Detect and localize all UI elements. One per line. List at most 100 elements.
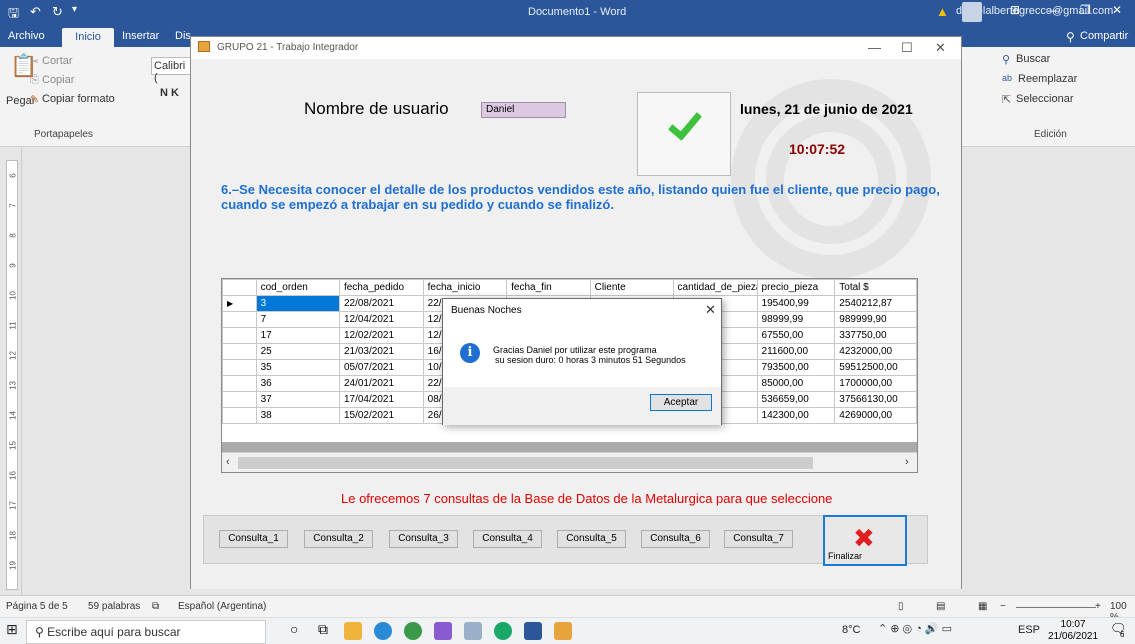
column-header[interactable]: fecha_inicio bbox=[422, 279, 508, 296]
table-cell[interactable]: 98999,99 bbox=[756, 311, 836, 328]
table-cell[interactable]: 536659,00 bbox=[756, 391, 836, 408]
table-cell[interactable]: 4232000,00 bbox=[834, 343, 917, 360]
consulta-3-button[interactable]: Consulta_3 bbox=[389, 530, 458, 548]
web-layout-icon[interactable]: ▦ bbox=[978, 601, 987, 612]
consulta-7-button[interactable]: Consulta_7 bbox=[724, 530, 793, 548]
table-cell[interactable]: 24/01/2021 bbox=[338, 375, 424, 392]
table-cell[interactable]: 35 bbox=[255, 359, 340, 376]
visual-studio-icon[interactable] bbox=[434, 622, 452, 640]
table-cell[interactable]: 142300,00 bbox=[756, 407, 836, 424]
select-button[interactable]: Seleccionar bbox=[1016, 93, 1073, 105]
tab-inicio[interactable]: Inicio bbox=[62, 28, 114, 47]
cortana-icon[interactable]: ○ bbox=[290, 621, 298, 637]
table-cell[interactable]: 25 bbox=[255, 343, 340, 360]
table-cell[interactable]: 337750,00 bbox=[834, 327, 917, 344]
chrome-icon[interactable] bbox=[404, 622, 422, 640]
table-cell[interactable]: 989999,90 bbox=[834, 311, 917, 328]
column-header[interactable]: cantidad_de_piezas bbox=[672, 279, 758, 296]
customize-quick-access-icon[interactable]: ▾ bbox=[72, 4, 77, 15]
table-cell[interactable]: 3 bbox=[255, 295, 340, 312]
finalizar-button[interactable]: ✖ Finalizar bbox=[823, 515, 907, 566]
app-minimize-icon[interactable]: — bbox=[868, 40, 881, 55]
table-cell[interactable]: 211600,00 bbox=[756, 343, 836, 360]
app-icon[interactable] bbox=[464, 622, 482, 640]
accept-button[interactable]: Aceptar bbox=[650, 394, 712, 411]
column-header[interactable]: fecha_pedido bbox=[338, 279, 424, 296]
table-cell[interactable]: 4269000,00 bbox=[834, 407, 917, 424]
table-cell[interactable]: 2540212,87 bbox=[834, 295, 917, 312]
table-cell[interactable]: 67550,00 bbox=[756, 327, 836, 344]
column-header[interactable]: Cliente bbox=[589, 279, 674, 296]
restore-icon[interactable]: ❐ bbox=[1080, 3, 1091, 17]
zoom-slider[interactable] bbox=[1016, 607, 1096, 608]
zoom-out-icon[interactable]: − bbox=[1000, 601, 1006, 612]
table-cell[interactable]: 59512500,00 bbox=[834, 359, 917, 376]
dialog-close-icon[interactable]: ✕ bbox=[705, 302, 716, 318]
scroll-left-icon[interactable]: ‹ bbox=[226, 456, 230, 468]
task-view-icon[interactable]: ⧉ bbox=[318, 621, 328, 638]
tray-icons[interactable]: ⌃ ⊕ ◎ ◔ 🔊 ▭ bbox=[878, 622, 952, 635]
table-cell[interactable]: 7 bbox=[255, 311, 340, 328]
table-cell[interactable]: 37 bbox=[255, 391, 340, 408]
table-cell[interactable]: 36 bbox=[255, 375, 340, 392]
find-button[interactable]: Buscar bbox=[1016, 53, 1050, 65]
consulta-1-button[interactable]: Consulta_1 bbox=[219, 530, 288, 548]
scroll-right-icon[interactable]: › bbox=[905, 456, 909, 468]
scrollbar-thumb[interactable] bbox=[238, 457, 813, 469]
table-cell[interactable]: 38 bbox=[255, 407, 340, 424]
tab-diseno[interactable]: Dis bbox=[175, 30, 191, 42]
close-icon[interactable]: ✕ bbox=[1112, 3, 1122, 17]
share-button[interactable]: Compartir bbox=[1080, 30, 1128, 42]
consulta-5-button[interactable]: Consulta_5 bbox=[557, 530, 626, 548]
table-cell[interactable]: 17/04/2021 bbox=[338, 391, 424, 408]
row-header[interactable] bbox=[222, 327, 257, 344]
language[interactable]: Español (Argentina) bbox=[178, 601, 266, 612]
consulta-6-button[interactable]: Consulta_6 bbox=[641, 530, 710, 548]
row-header[interactable] bbox=[222, 391, 257, 408]
table-cell[interactable]: 15/02/2021 bbox=[338, 407, 424, 424]
consulta-4-button[interactable]: Consulta_4 bbox=[473, 530, 542, 548]
page-count[interactable]: Página 5 de 5 bbox=[6, 601, 68, 612]
replace-button[interactable]: Reemplazar bbox=[1018, 73, 1077, 85]
column-header[interactable]: Total $ bbox=[834, 279, 917, 296]
proofing-icon[interactable]: ⧉ bbox=[152, 601, 159, 612]
zoom-in-icon[interactable]: + bbox=[1095, 601, 1101, 612]
row-header[interactable] bbox=[222, 311, 257, 328]
app-taskbar-icon[interactable] bbox=[554, 622, 572, 640]
table-cell[interactable]: 05/07/2021 bbox=[338, 359, 424, 376]
copy-button[interactable]: Copiar bbox=[42, 74, 74, 86]
row-header[interactable] bbox=[222, 407, 257, 424]
app-maximize-icon[interactable]: ☐ bbox=[901, 40, 913, 56]
table-cell[interactable]: 85000,00 bbox=[756, 375, 836, 392]
read-mode-icon[interactable]: ▯ bbox=[898, 601, 904, 612]
keyboard-language[interactable]: ESP bbox=[1018, 624, 1040, 636]
app-close-icon[interactable]: ✕ bbox=[935, 40, 946, 56]
table-cell[interactable]: 1700000,00 bbox=[834, 375, 917, 392]
word-count[interactable]: 59 palabras bbox=[88, 601, 140, 612]
tab-archivo[interactable]: Archivo bbox=[8, 30, 45, 42]
share-icon[interactable]: ⚲ bbox=[1066, 30, 1075, 44]
table-cell[interactable]: 22/08/2021 bbox=[338, 295, 424, 312]
table-cell[interactable]: 21/03/2021 bbox=[338, 343, 424, 360]
cut-button[interactable]: Cortar bbox=[42, 55, 73, 67]
table-cell[interactable]: 37566130,00 bbox=[834, 391, 917, 408]
table-cell[interactable]: 12/02/2021 bbox=[338, 327, 424, 344]
column-header[interactable]: cod_orden bbox=[255, 279, 340, 296]
format-painter-button[interactable]: Copiar formato bbox=[42, 93, 115, 105]
table-cell[interactable]: 17 bbox=[255, 327, 340, 344]
bold-italic-buttons[interactable]: N K bbox=[160, 87, 179, 99]
row-header[interactable] bbox=[222, 375, 257, 392]
row-header[interactable]: ▶ bbox=[222, 295, 257, 312]
ribbon-display-icon[interactable]: ⊞ bbox=[1010, 3, 1020, 17]
avatar[interactable] bbox=[962, 2, 982, 22]
redo-icon[interactable]: ↻ bbox=[52, 4, 63, 20]
word-taskbar-icon[interactable] bbox=[524, 622, 542, 640]
font-name-box[interactable]: Calibri ( bbox=[151, 57, 191, 84]
clock[interactable]: 10:07 21/06/2021 bbox=[1048, 619, 1098, 643]
edge-icon[interactable] bbox=[374, 622, 392, 640]
column-header[interactable]: precio_pieza bbox=[756, 279, 836, 296]
print-layout-icon[interactable]: ▤ bbox=[936, 601, 945, 612]
tab-insertar[interactable]: Insertar bbox=[122, 30, 159, 42]
table-cell[interactable]: 195400,99 bbox=[756, 295, 836, 312]
horizontal-scrollbar[interactable]: ‹ › bbox=[222, 452, 917, 472]
